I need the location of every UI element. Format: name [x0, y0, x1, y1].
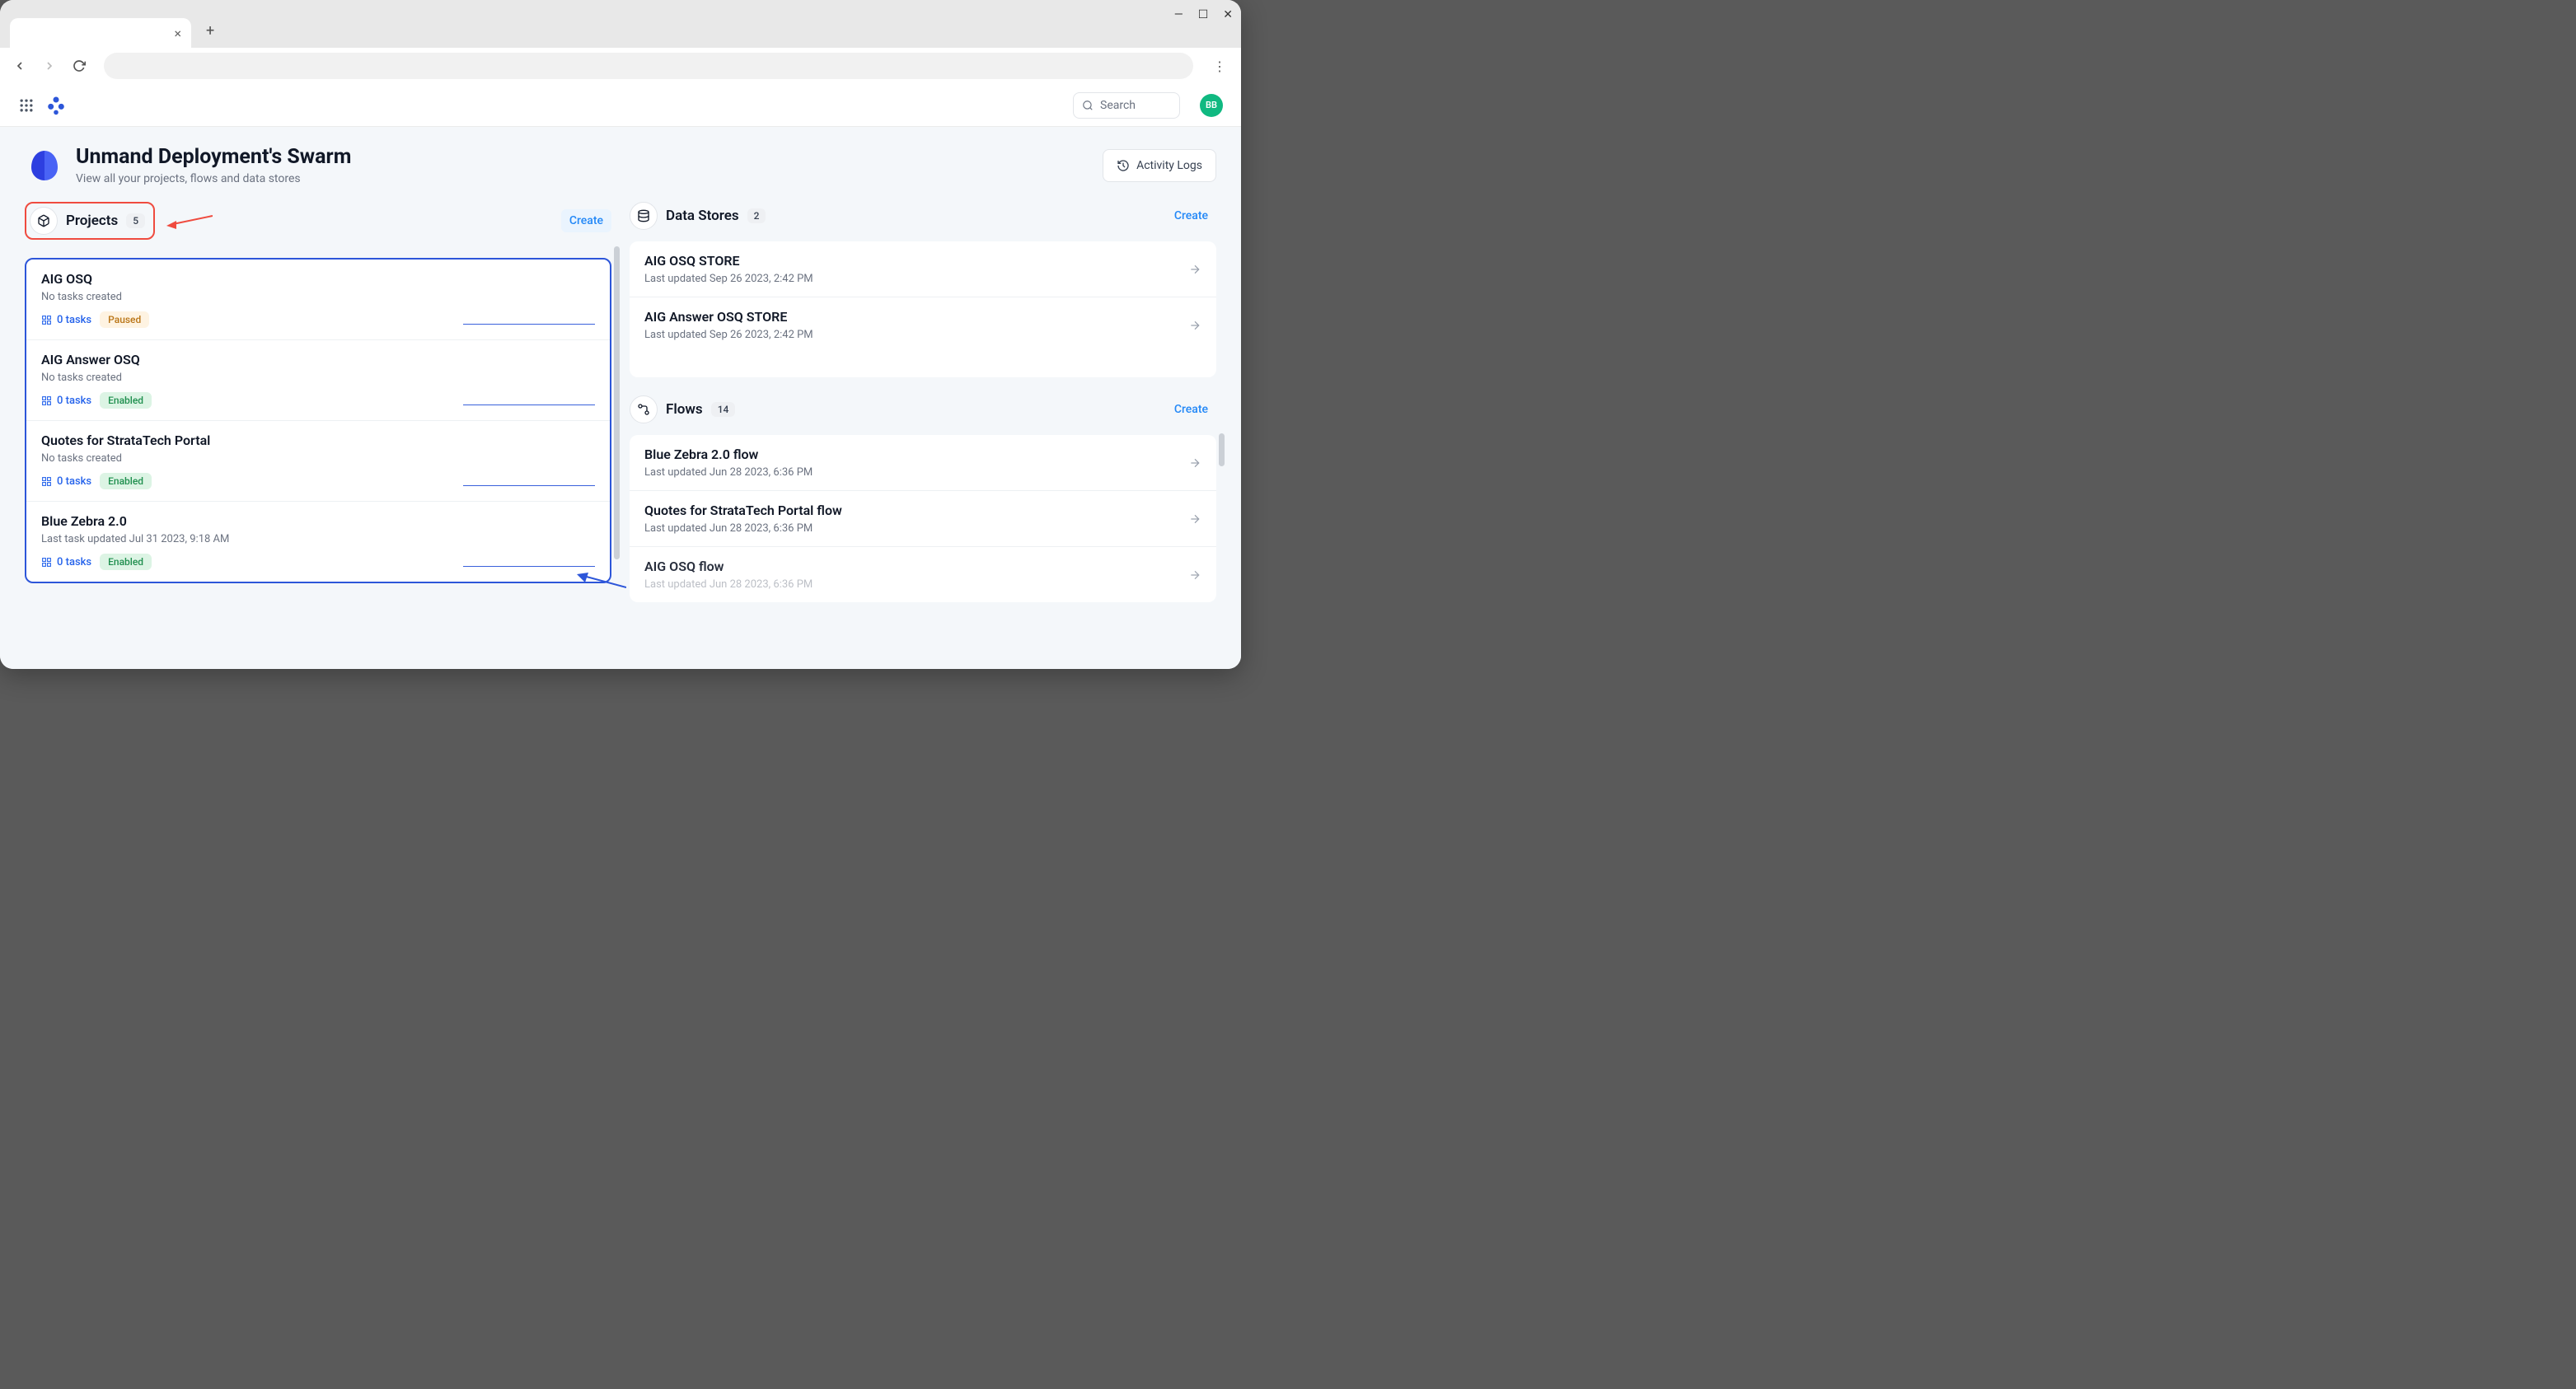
- status-badge: Enabled: [100, 392, 152, 409]
- url-bar[interactable]: [104, 53, 1193, 79]
- grid-icon: [41, 315, 52, 325]
- status-badge: Enabled: [100, 554, 152, 570]
- project-subtitle: No tasks created: [41, 372, 595, 384]
- datastore-card[interactable]: AIG Answer OSQ STORE Last updated Sep 26…: [630, 297, 1216, 353]
- grid-icon: [41, 557, 52, 568]
- projects-count: 5: [126, 213, 145, 228]
- datastore-card[interactable]: AIG OSQ STORE Last updated Sep 26 2023, …: [630, 241, 1216, 297]
- browser-tab[interactable]: ×: [10, 18, 191, 48]
- annotation-underline: [463, 485, 595, 486]
- create-datastore-button[interactable]: Create: [1166, 204, 1216, 227]
- browser-menu-button[interactable]: ⋮: [1206, 55, 1233, 77]
- flows-label: Flows: [666, 401, 703, 418]
- flows-count: 14: [711, 402, 736, 417]
- forward-button[interactable]: [38, 54, 61, 77]
- arrow-right-icon: [1188, 263, 1201, 276]
- datastores-icon: [630, 202, 658, 230]
- flow-card[interactable]: Quotes for StrataTech Portal flow Last u…: [630, 491, 1216, 547]
- status-badge: Enabled: [100, 473, 152, 489]
- search-placeholder: Search: [1100, 99, 1136, 112]
- project-title: AIG OSQ: [41, 271, 595, 287]
- arrow-right-icon: [1188, 319, 1201, 332]
- annotation-underline: [463, 324, 595, 325]
- search-icon: [1082, 100, 1094, 111]
- page-header: Unmand Deployment's Swarm View all your …: [0, 127, 1241, 185]
- grid-icon: [41, 395, 52, 406]
- activity-logs-button[interactable]: Activity Logs: [1103, 149, 1216, 182]
- project-card[interactable]: AIG OSQ No tasks created 0 tasks Paused: [26, 260, 610, 340]
- project-title: AIG Answer OSQ: [41, 352, 595, 367]
- app-logo-icon[interactable]: [44, 94, 68, 117]
- project-subtitle: No tasks created: [41, 291, 595, 303]
- history-icon: [1117, 159, 1130, 172]
- flow-subtitle: Last updated Jun 28 2023, 6:36 PM: [644, 466, 813, 479]
- page-title: Unmand Deployment's Swarm: [76, 145, 351, 169]
- swarm-logo-icon: [25, 146, 64, 185]
- create-flow-button[interactable]: Create: [1166, 398, 1216, 421]
- status-badge: Paused: [100, 311, 149, 328]
- project-tasks-link[interactable]: 0 tasks: [41, 395, 91, 407]
- create-project-button[interactable]: Create: [561, 209, 611, 232]
- projects-heading-highlight: Projects 5: [25, 202, 155, 240]
- arrow-right-icon: [1188, 456, 1201, 470]
- search-input[interactable]: Search: [1073, 92, 1180, 119]
- project-title: Blue Zebra 2.0: [41, 513, 595, 529]
- activity-logs-label: Activity Logs: [1136, 159, 1202, 172]
- flow-subtitle: Last updated Jun 28 2023, 6:36 PM: [644, 578, 813, 591]
- grid-icon: [41, 476, 52, 487]
- browser-toolbar: ⋮: [0, 48, 1241, 84]
- close-window-button[interactable]: ✕: [1223, 8, 1233, 21]
- annotation-arrow-blue: [577, 573, 626, 591]
- project-card[interactable]: AIG Answer OSQ No tasks created 0 tasks …: [26, 340, 610, 421]
- arrow-right-icon: [1188, 568, 1201, 582]
- app-header: Search BB: [0, 84, 1241, 127]
- project-title: Quotes for StrataTech Portal: [41, 433, 595, 448]
- datastore-subtitle: Last updated Sep 26 2023, 2:42 PM: [644, 329, 813, 341]
- tab-close-icon[interactable]: ×: [174, 26, 181, 41]
- datastores-count: 2: [747, 208, 766, 223]
- apps-grid-icon[interactable]: [18, 97, 35, 114]
- annotation-underline: [463, 566, 595, 567]
- flow-title: Blue Zebra 2.0 flow: [644, 447, 813, 462]
- flow-card[interactable]: AIG OSQ flow Last updated Jun 28 2023, 6…: [630, 547, 1216, 602]
- minimize-button[interactable]: —: [1174, 8, 1183, 21]
- new-tab-button[interactable]: +: [206, 22, 214, 40]
- projects-list: AIG OSQ No tasks created 0 tasks Paused: [25, 258, 611, 583]
- datastores-list: AIG OSQ STORE Last updated Sep 26 2023, …: [630, 241, 1216, 377]
- avatar[interactable]: BB: [1200, 94, 1223, 117]
- flows-icon: [630, 395, 658, 423]
- project-subtitle: No tasks created: [41, 452, 595, 465]
- maximize-button[interactable]: ☐: [1198, 8, 1209, 21]
- flow-card[interactable]: Blue Zebra 2.0 flow Last updated Jun 28 …: [630, 435, 1216, 491]
- project-card[interactable]: Blue Zebra 2.0 Last task updated Jul 31 …: [26, 502, 610, 582]
- projects-icon: [30, 207, 58, 235]
- flows-list: Blue Zebra 2.0 flow Last updated Jun 28 …: [630, 435, 1216, 602]
- project-subtitle: Last task updated Jul 31 2023, 9:18 AM: [41, 533, 595, 545]
- datastore-title: AIG Answer OSQ STORE: [644, 309, 813, 325]
- projects-label: Projects: [66, 213, 118, 229]
- reload-button[interactable]: [68, 54, 91, 77]
- annotation-arrow-red: [166, 213, 213, 229]
- browser-tabstrip: × + — ☐ ✕: [0, 0, 1241, 48]
- flow-subtitle: Last updated Jun 28 2023, 6:36 PM: [644, 522, 842, 535]
- flow-title: Quotes for StrataTech Portal flow: [644, 503, 842, 518]
- back-button[interactable]: [8, 54, 31, 77]
- scrollbar-thumb[interactable]: [1219, 433, 1225, 466]
- scrollbar-thumb[interactable]: [614, 246, 620, 559]
- datastore-title: AIG OSQ STORE: [644, 253, 813, 269]
- project-card[interactable]: Quotes for StrataTech Portal No tasks cr…: [26, 421, 610, 502]
- datastore-subtitle: Last updated Sep 26 2023, 2:42 PM: [644, 273, 813, 285]
- page-subtitle: View all your projects, flows and data s…: [76, 172, 351, 185]
- datastores-label: Data Stores: [666, 208, 739, 224]
- project-tasks-link[interactable]: 0 tasks: [41, 475, 91, 488]
- project-tasks-link[interactable]: 0 tasks: [41, 314, 91, 326]
- project-tasks-link[interactable]: 0 tasks: [41, 556, 91, 568]
- arrow-right-icon: [1188, 512, 1201, 526]
- flow-title: AIG OSQ flow: [644, 559, 813, 574]
